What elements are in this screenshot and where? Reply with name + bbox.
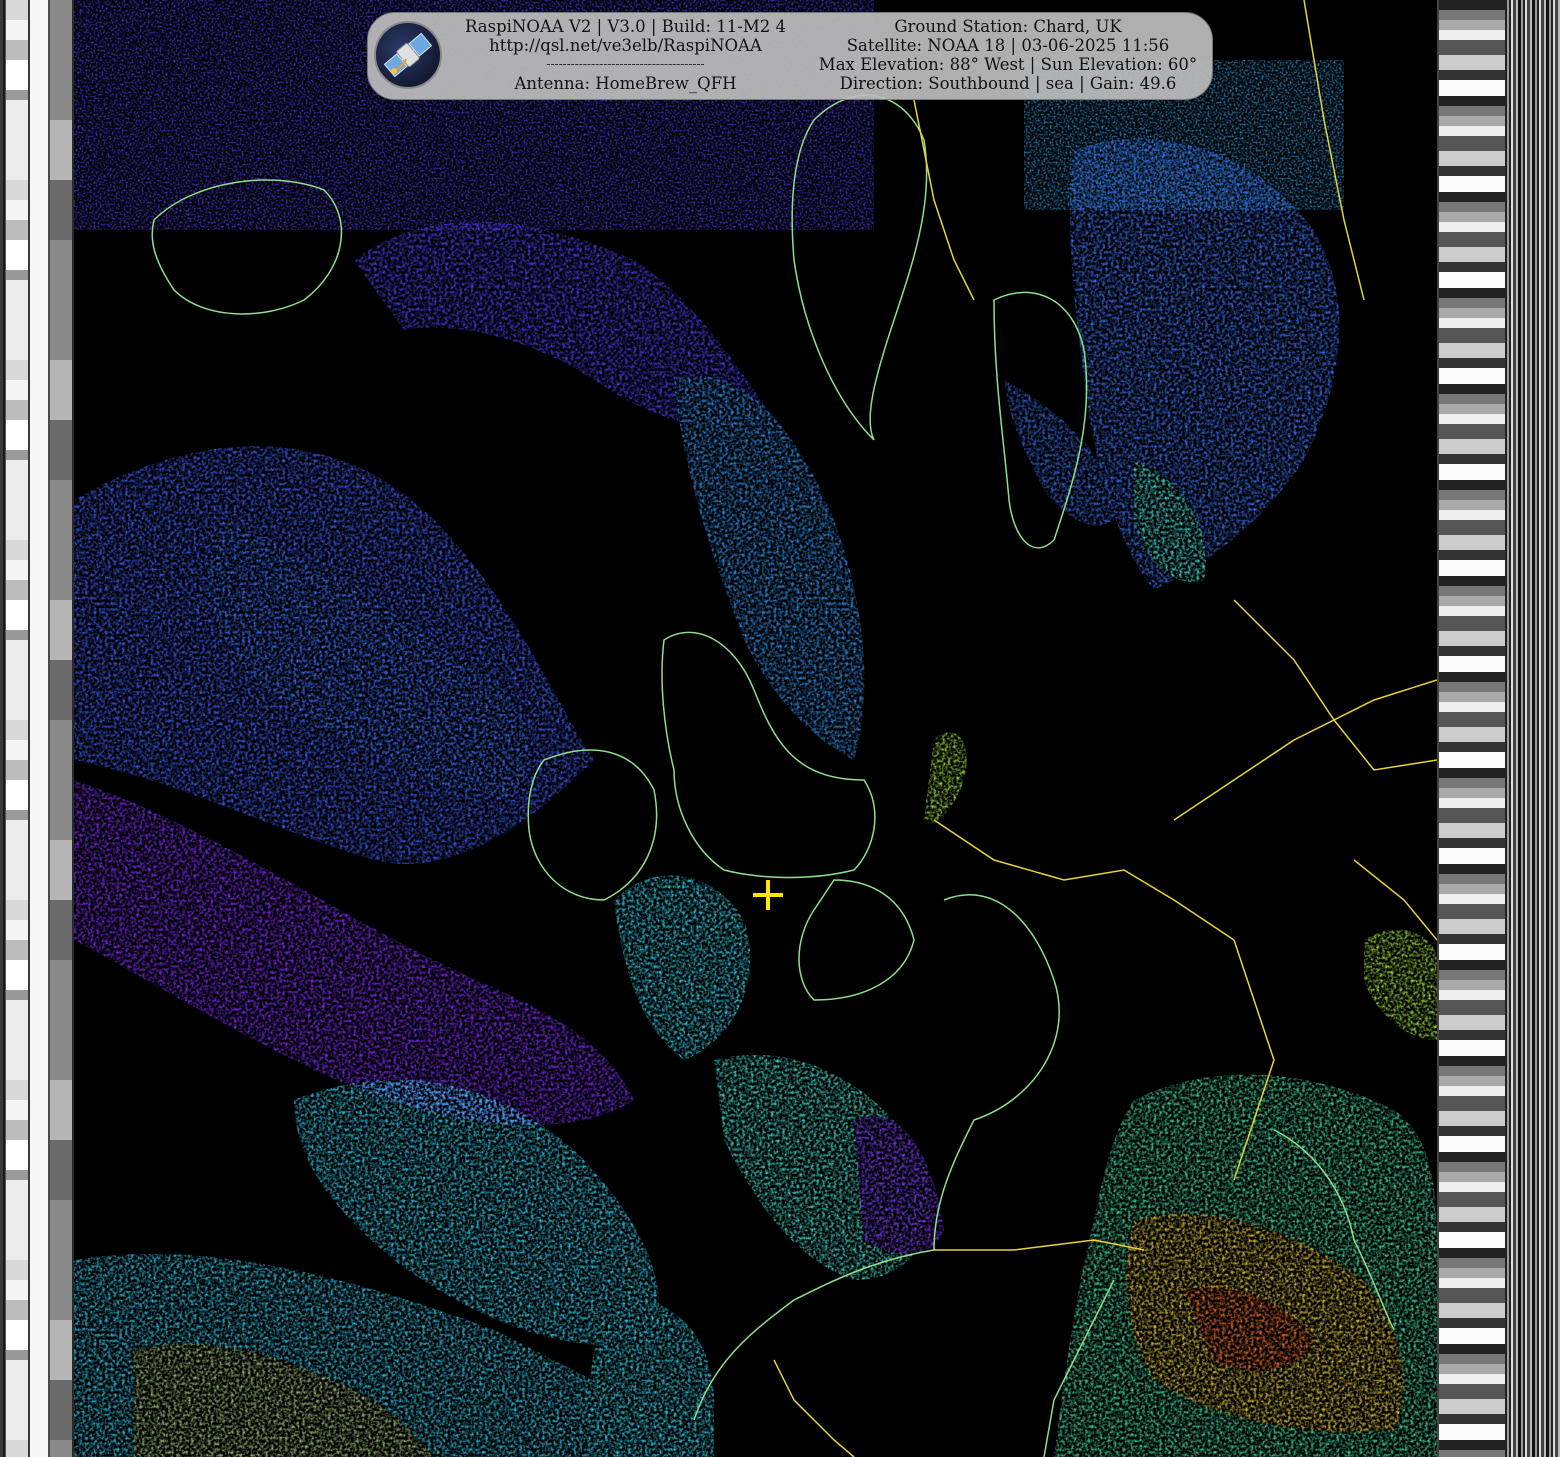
elevation-text: Max Elevation: 88° West | Sun Elevation:… [818, 55, 1198, 74]
antenna-text: Antenna: HomeBrew_QFH [514, 74, 737, 93]
info-left-column: RaspiNOAA V2 | V3.0 | Build: 11-M2 4 htt… [448, 17, 803, 93]
cloud-map [74, 0, 1437, 1457]
project-url-text: http://qsl.net/ve3elb/RaspiNOAA [489, 36, 762, 55]
cloud-band-northeast [924, 138, 1340, 823]
left-sync-column [30, 0, 48, 1457]
right-calibration-wedge [1439, 0, 1505, 1457]
separator-line: --------------------------------------- [546, 57, 705, 71]
satellite-text: Satellite: NOAA 18 | 03-06-2025 11:56 [846, 36, 1170, 55]
ground-station-text: Ground Station: Chard, UK [894, 17, 1122, 36]
left-calibration-wedge [6, 0, 28, 1457]
satellite-icon [374, 21, 442, 89]
cloud-band-southeast [1054, 929, 1437, 1457]
right-sync-bars [1507, 0, 1560, 1457]
satellite-image: RaspiNOAA V2 | V3.0 | Build: 11-M2 4 htt… [0, 0, 1560, 1457]
crosshair-icon [753, 880, 783, 910]
weather-imagery [74, 0, 1437, 1457]
left-telemetry-strip [0, 0, 74, 1457]
pass-info-box: RaspiNOAA V2 | V3.0 | Build: 11-M2 4 htt… [367, 12, 1213, 100]
direction-gain-text: Direction: Southbound | sea | Gain: 49.6 [839, 74, 1177, 93]
info-right-column: Ground Station: Chard, UK Satellite: NOA… [808, 17, 1208, 93]
left-space-column [50, 0, 72, 1457]
software-version-text: RaspiNOAA V2 | V3.0 | Build: 11-M2 4 [464, 17, 787, 36]
